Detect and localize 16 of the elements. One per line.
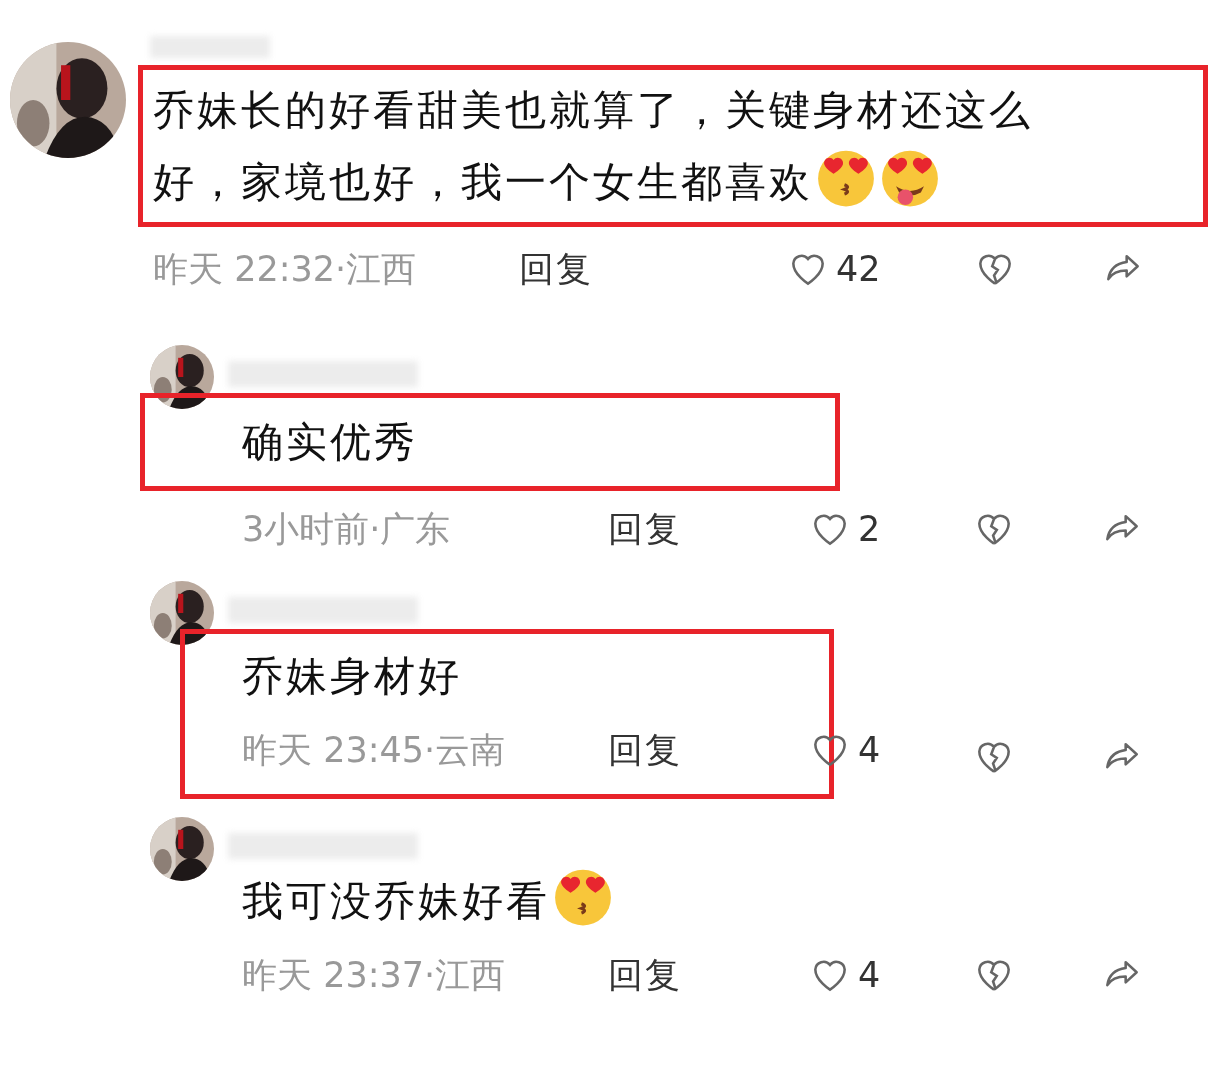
like-count: 4 <box>858 955 881 995</box>
reply-button[interactable]: 回复 <box>608 726 682 774</box>
like-count: 2 <box>858 509 881 549</box>
like-count: 4 <box>858 730 881 770</box>
reply-button[interactable]: 回复 <box>608 505 682 553</box>
reply-button[interactable]: 回复 <box>608 951 682 999</box>
reply-button[interactable]: 回复 <box>519 245 593 293</box>
like-count: 42 <box>836 249 881 289</box>
comment-text: 乔妹身材好 <box>242 651 463 702</box>
comment-text: 我可没乔妹好看 <box>242 865 1180 937</box>
comment-text: 乔妹长的好看甜美也就算了，关键身材还这么好，家境也好，我一个女生都喜欢 <box>153 85 1034 210</box>
comment-time: 昨天 23:45·云南 <box>242 728 507 772</box>
comment-text: 确实优秀 <box>242 417 419 468</box>
comment-time: 3小时前·广东 <box>242 507 452 551</box>
comment-time: 昨天 22:32·江西 <box>153 247 418 291</box>
comment-time: 昨天 23:37·江西 <box>242 953 507 997</box>
